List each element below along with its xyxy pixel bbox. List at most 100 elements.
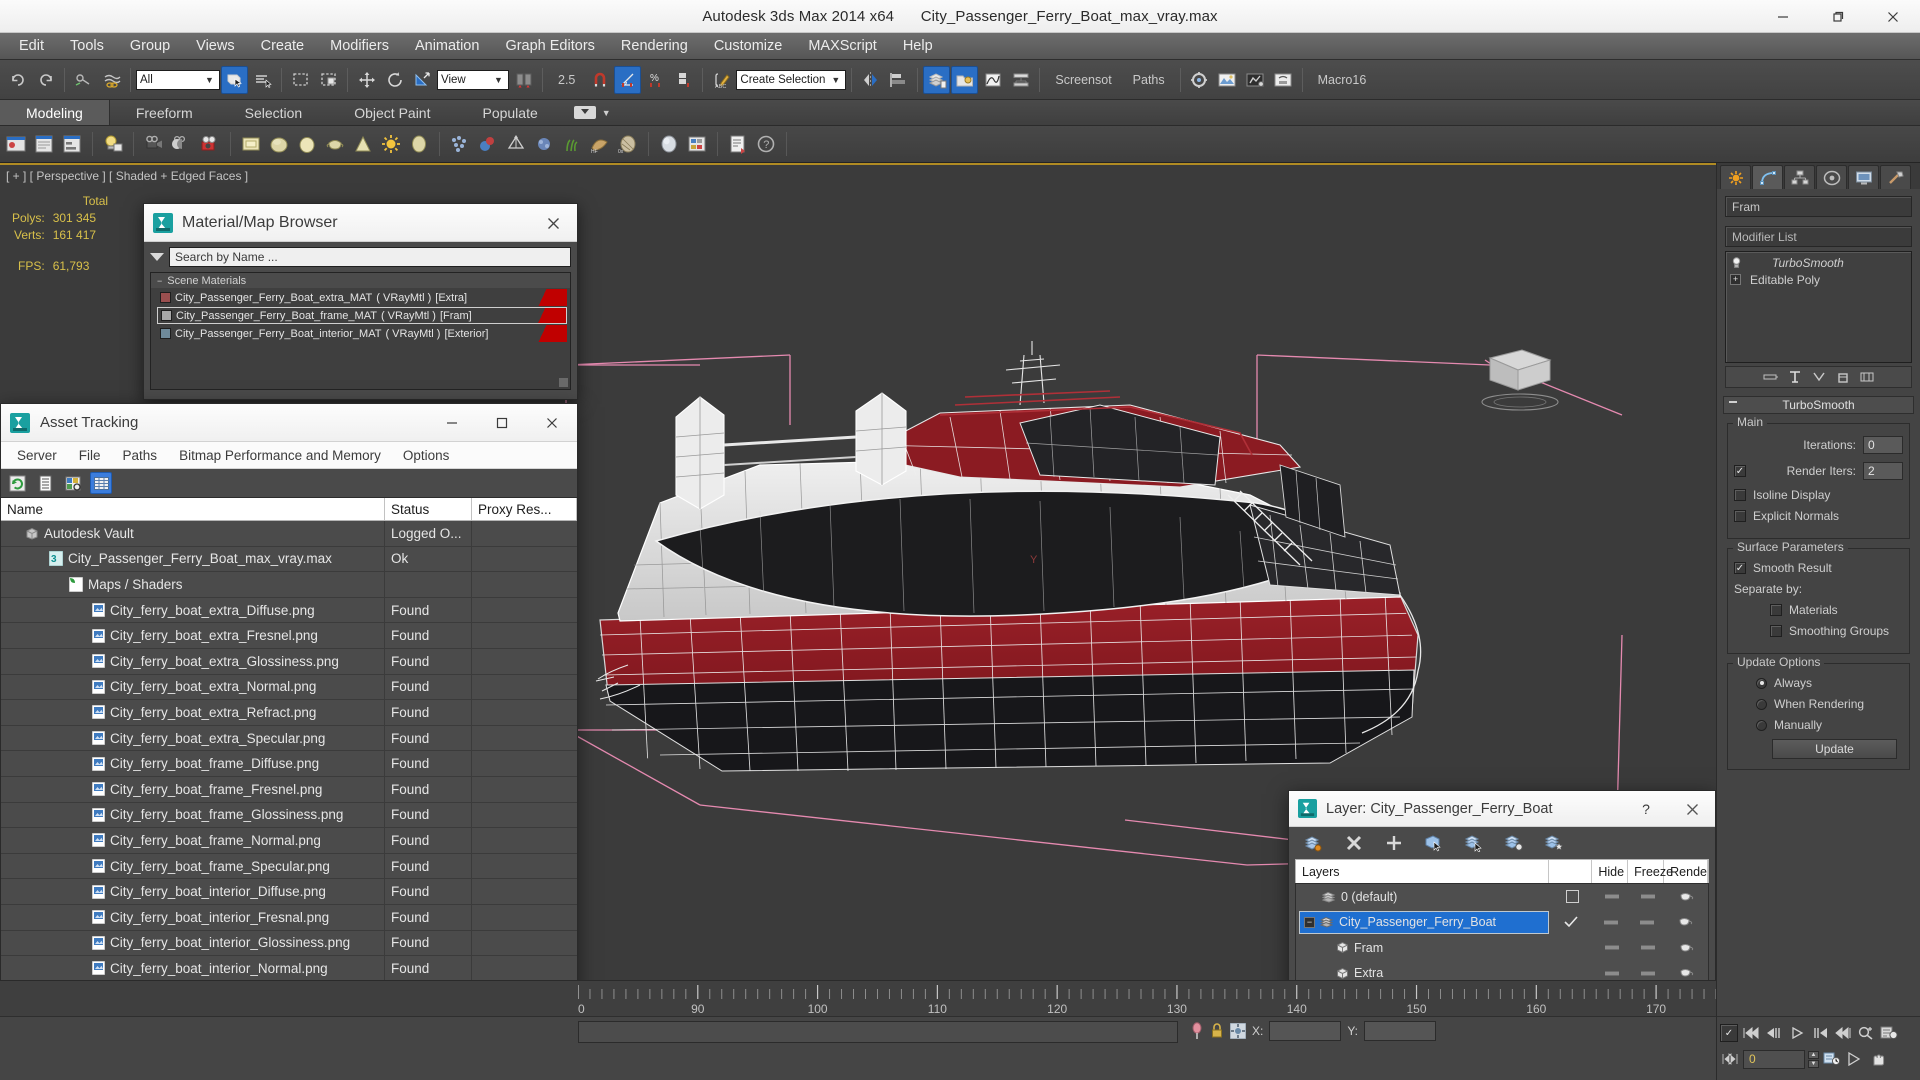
- layer-render-cell[interactable]: [1666, 942, 1708, 954]
- update-always-row[interactable]: Always: [1734, 676, 1903, 690]
- column-header-proxy[interactable]: Proxy Res...: [472, 498, 577, 520]
- layer-freeze-cell[interactable]: [1630, 970, 1666, 976]
- table-row[interactable]: Maps / Shaders: [1, 572, 577, 598]
- menu-tools[interactable]: Tools: [57, 35, 117, 57]
- y-coord-field[interactable]: [1364, 1021, 1437, 1041]
- ribbon-helpers-icon[interactable]: [503, 129, 529, 159]
- table-row[interactable]: City_ferry_boat_interior_Normal.png Foun…: [1, 956, 577, 982]
- column-header-name[interactable]: Name: [1, 498, 385, 520]
- use-pivot-point-center-icon[interactable]: [510, 66, 537, 94]
- table-row[interactable]: City_ferry_boat_interior_Glossiness.png …: [1, 930, 577, 957]
- table-row[interactable]: City_ferry_boat_frame_Glossiness.png Fou…: [1, 802, 577, 829]
- asset-tracking-rowlist[interactable]: Autodesk Vault Logged O... 3 City_Passen…: [1, 521, 577, 989]
- at-menu-server[interactable]: Server: [6, 446, 68, 465]
- update-when-rendering-row[interactable]: When Rendering: [1734, 697, 1903, 711]
- play-animation-icon[interactable]: [1787, 1023, 1807, 1043]
- update-manually-row[interactable]: Manually: [1734, 718, 1903, 732]
- key-mode-toggle-icon[interactable]: [1720, 1049, 1740, 1069]
- at-menu-paths[interactable]: Paths: [112, 446, 169, 465]
- remove-modifier-icon[interactable]: [1835, 369, 1851, 385]
- explicit-normals-checkbox[interactable]: [1734, 510, 1746, 522]
- column-header-hide[interactable]: Hide: [1592, 860, 1629, 883]
- menu-help[interactable]: Help: [890, 35, 946, 57]
- table-row[interactable]: City_ferry_boat_extra_Glossiness.png Fou…: [1, 648, 577, 675]
- delete-layer-icon[interactable]: [1343, 832, 1365, 854]
- table-row[interactable]: City_ferry_boat_frame_Specular.png Found: [1, 853, 577, 880]
- auto-key-checkbox[interactable]: ✓: [1720, 1024, 1738, 1042]
- smoothing-groups-checkbox[interactable]: [1770, 625, 1782, 637]
- update-button[interactable]: Update: [1772, 739, 1897, 759]
- ribbon-target-camera-icon[interactable]: [169, 129, 195, 159]
- angle-snap-toggle-icon[interactable]: [614, 65, 642, 94]
- object-name-field[interactable]: Fram: [1725, 196, 1912, 217]
- table-row[interactable]: City_ferry_boat_frame_Diffuse.png Found: [1, 751, 577, 777]
- rectangular-selection-region-icon[interactable]: [287, 66, 314, 94]
- menu-modifiers[interactable]: Modifiers: [317, 35, 402, 57]
- next-frame-icon[interactable]: [1810, 1023, 1830, 1043]
- menu-group[interactable]: Group: [117, 35, 183, 57]
- rendered-frame-window-icon[interactable]: [1214, 66, 1241, 94]
- ribbon-tab-modeling[interactable]: Modeling: [0, 100, 110, 125]
- select-highlighted-objects-icon[interactable]: [1463, 832, 1485, 854]
- menu-graph-editors[interactable]: Graph Editors: [492, 35, 607, 57]
- table-row[interactable]: City_ferry_boat_interior_Diffuse.png Fou…: [1, 879, 577, 905]
- layer-current-cell[interactable]: [1550, 890, 1594, 904]
- material-search-input[interactable]: Search by Name ...: [169, 247, 571, 267]
- layer-freeze-cell[interactable]: [1630, 894, 1666, 900]
- redo-icon[interactable]: [32, 66, 59, 94]
- previous-frame-icon[interactable]: [1764, 1023, 1784, 1043]
- ribbon-cloth-icon[interactable]: 0x: [615, 129, 641, 159]
- create-new-layer-icon[interactable]: [1303, 832, 1325, 854]
- ribbon-tab-selection[interactable]: Selection: [219, 100, 329, 125]
- expand-collapse-icon[interactable]: −: [1304, 916, 1315, 928]
- layer-row-selected[interactable]: − City_Passenger_Ferry_Boat: [1296, 910, 1708, 936]
- selection-filter-combo[interactable]: All ▼: [136, 69, 220, 90]
- ribbon-material-editor-icon[interactable]: [656, 129, 682, 159]
- table-row[interactable]: City_ferry_boat_interior_Fresnal.png Fou…: [1, 904, 577, 931]
- scene-explorer-icon[interactable]: [951, 65, 979, 94]
- table-view-icon[interactable]: [90, 472, 112, 494]
- layer-freeze-cell[interactable]: [1629, 919, 1665, 925]
- layer-freeze-cell[interactable]: [1630, 945, 1666, 951]
- asset-tracking-close-button[interactable]: [527, 404, 577, 442]
- table-row[interactable]: City_ferry_boat_extra_Specular.png Found: [1, 725, 577, 752]
- material-row[interactable]: City_Passenger_Ferry_Boat_extra_MAT ( VR…: [157, 289, 567, 306]
- table-row[interactable]: City_ferry_boat_frame_Fresnel.png Found: [1, 776, 577, 803]
- edit-named-selection-sets-icon[interactable]: ABC: [708, 66, 735, 94]
- layer-hide-cell[interactable]: [1593, 919, 1629, 925]
- select-and-rotate-icon[interactable]: [381, 66, 408, 94]
- material-browser-list[interactable]: − Scene Materials City_Passenger_Ferry_B…: [150, 272, 571, 390]
- status-prompt-field[interactable]: [578, 1021, 1178, 1043]
- update-always-radio[interactable]: [1756, 677, 1767, 689]
- select-by-name-button[interactable]: [249, 66, 276, 94]
- scene-materials-group[interactable]: − Scene Materials: [151, 273, 570, 288]
- ribbon-particle-system-icon[interactable]: [447, 129, 473, 159]
- at-menu-options[interactable]: Options: [392, 446, 461, 465]
- key-filters-icon[interactable]: [1822, 1049, 1842, 1069]
- ribbon-tab-freeform[interactable]: Freeform: [110, 100, 219, 125]
- go-to-start-icon[interactable]: [1741, 1023, 1761, 1043]
- menu-edit[interactable]: Edit: [6, 35, 57, 57]
- ribbon-tab-object-paint[interactable]: Object Paint: [328, 100, 456, 125]
- filter-triangle-icon[interactable]: [150, 253, 164, 261]
- menu-maxscript[interactable]: MAXScript: [795, 35, 890, 57]
- ribbon-teapot-primitive-icon[interactable]: [322, 129, 348, 159]
- materials-row[interactable]: Materials: [1734, 603, 1903, 617]
- tab-create[interactable]: [1720, 165, 1751, 189]
- render-iterative-icon[interactable]: [1270, 66, 1297, 94]
- align-icon[interactable]: [885, 66, 912, 94]
- select-and-scale-icon[interactable]: [409, 66, 436, 94]
- configure-modifier-sets-icon[interactable]: [1859, 369, 1875, 385]
- tab-utilities[interactable]: [1880, 165, 1911, 189]
- menu-customize[interactable]: Customize: [701, 35, 796, 57]
- render-setup-icon[interactable]: [1186, 66, 1213, 94]
- ribbon-cylinder-primitive-icon[interactable]: [294, 129, 320, 159]
- window-crossing-toggle-icon[interactable]: [315, 66, 342, 94]
- smooth-result-checkbox[interactable]: ✓: [1734, 562, 1746, 574]
- show-end-result-icon[interactable]: [1787, 369, 1803, 385]
- material-browser-close-button[interactable]: [533, 208, 573, 238]
- rollout-header-turbosmooth[interactable]: TurboSmooth: [1723, 396, 1914, 414]
- ribbon-space-warp-icon[interactable]: [531, 129, 557, 159]
- menu-views[interactable]: Views: [183, 35, 247, 57]
- go-to-end-icon[interactable]: [1833, 1023, 1853, 1043]
